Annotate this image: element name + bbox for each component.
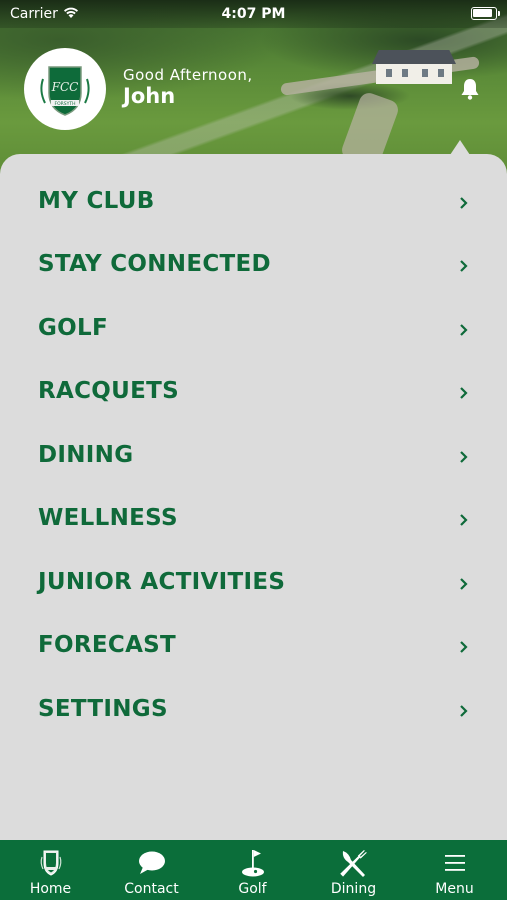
chat-bubble-icon: [101, 848, 202, 878]
chevron-right-icon: [459, 385, 469, 404]
menu-item-golf[interactable]: GOLF: [0, 296, 507, 359]
tab-home[interactable]: Home: [0, 840, 101, 900]
club-crest-icon: FCC FORSYTH: [40, 66, 90, 116]
menu-item-forecast[interactable]: FORECAST: [0, 613, 507, 676]
menu-item-label: GOLF: [38, 314, 108, 341]
clock-time: 4:07 PM: [221, 6, 286, 22]
tab-dining[interactable]: Dining: [303, 840, 404, 900]
logo-subtext: FORSYTH: [55, 101, 76, 107]
tab-label: Contact: [124, 881, 179, 897]
menu-item-label: MY CLUB: [38, 187, 155, 214]
menu-item-label: DINING: [38, 441, 134, 468]
club-logo[interactable]: FCC FORSYTH: [24, 48, 106, 130]
chevron-right-icon: [459, 639, 469, 658]
user-name: John: [123, 84, 176, 108]
menu-item-label: RACQUETS: [38, 377, 179, 404]
status-bar: Carrier 4:07 PM: [0, 0, 507, 28]
chevron-right-icon: [459, 576, 469, 595]
tab-label: Home: [29, 881, 72, 897]
menu-item-label: JUNIOR ACTIVITIES: [38, 568, 286, 595]
fork-knife-icon: [303, 848, 404, 878]
menu-item-label: STAY CONNECTED: [38, 250, 271, 277]
greeting-text: Good Afternoon,: [123, 66, 253, 84]
menu-item-settings[interactable]: SETTINGS: [0, 677, 507, 740]
main-menu-panel: MY CLUB STAY CONNECTED GOLF RACQUETS DIN…: [0, 154, 507, 840]
tab-label: Golf: [238, 881, 267, 897]
tab-label: Dining: [330, 881, 377, 897]
battery-icon: [471, 7, 500, 20]
notification-button[interactable]: [458, 77, 482, 105]
bottom-tab-bar: Home Contact Golf Dining Menu: [0, 840, 507, 900]
logo-text: FCC: [51, 80, 79, 94]
menu-item-label: WELLNESS: [38, 504, 178, 531]
menu-item-stay-connected[interactable]: STAY CONNECTED: [0, 232, 507, 295]
hamburger-menu-icon: [404, 848, 505, 878]
tab-menu[interactable]: Menu: [404, 840, 507, 900]
tab-golf[interactable]: Golf: [202, 840, 303, 900]
chevron-right-icon: [459, 195, 469, 214]
greeting-block: Good Afternoon, John: [123, 66, 253, 108]
menu-item-my-club[interactable]: MY CLUB: [0, 169, 507, 232]
bell-icon: [461, 79, 479, 100]
chevron-right-icon: [459, 512, 469, 531]
menu-item-label: FORECAST: [38, 631, 177, 658]
tab-label: Menu: [435, 881, 474, 897]
golf-flag-icon: [202, 848, 303, 878]
menu-item-racquets[interactable]: RACQUETS: [0, 359, 507, 422]
chevron-right-icon: [459, 258, 469, 277]
menu-item-label: SETTINGS: [38, 695, 168, 722]
chevron-right-icon: [459, 703, 469, 722]
chevron-right-icon: [459, 322, 469, 341]
clubhouse-image: [372, 50, 456, 86]
chevron-right-icon: [459, 449, 469, 468]
menu-item-dining[interactable]: DINING: [0, 423, 507, 486]
club-crest-icon: [0, 848, 101, 878]
tab-contact[interactable]: Contact: [101, 840, 202, 900]
menu-item-junior-activities[interactable]: JUNIOR ACTIVITIES: [0, 550, 507, 613]
menu-item-wellness[interactable]: WELLNESS: [0, 486, 507, 549]
